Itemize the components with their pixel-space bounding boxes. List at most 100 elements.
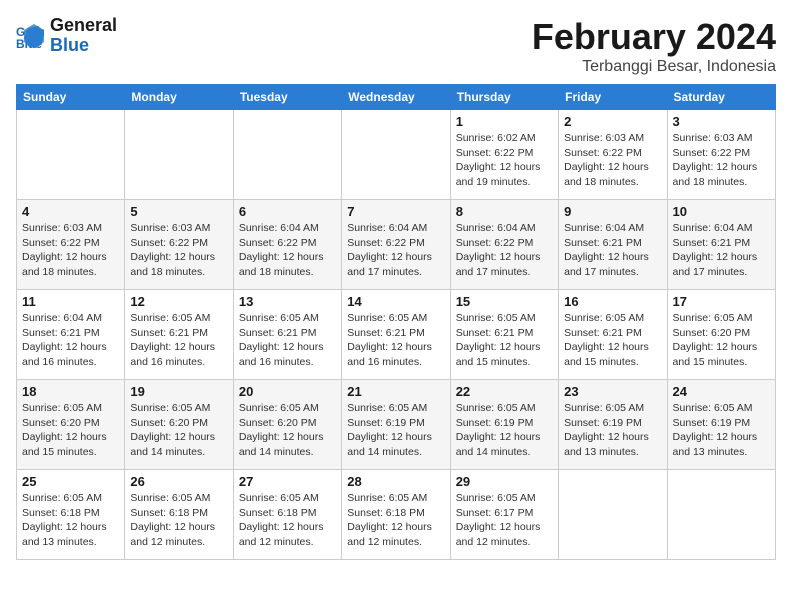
weekday-header-row: SundayMondayTuesdayWednesdayThursdayFrid… (17, 85, 776, 110)
calendar-cell (233, 110, 341, 200)
calendar-cell (559, 470, 667, 560)
day-info: Sunrise: 6:04 AMSunset: 6:21 PMDaylight:… (564, 221, 661, 280)
day-number: 12 (130, 294, 227, 309)
day-number: 23 (564, 384, 661, 399)
day-number: 22 (456, 384, 553, 399)
calendar-cell: 3 Sunrise: 6:03 AMSunset: 6:22 PMDaylight… (667, 110, 775, 200)
day-info: Sunrise: 6:05 AMSunset: 6:19 PMDaylight:… (456, 401, 553, 460)
calendar-cell: 20Sunrise: 6:05 AMSunset: 6:20 PMDayligh… (233, 380, 341, 470)
calendar-cell: 13 Sunrise: 6:05 AMSunset: 6:21 PMDayligh… (233, 290, 341, 380)
calendar-body: 1 Sunrise: 6:02 AMSunset: 6:22 PMDaylight… (17, 110, 776, 560)
day-info: Sunrise: 6:02 AMSunset: 6:22 PMDaylight:… (456, 131, 553, 190)
day-info: Sunrise: 6:05 AMSunset: 6:20 PMDaylight:… (673, 311, 770, 370)
calendar-cell: 7 Sunrise: 6:04 AMSunset: 6:22 PMDaylight… (342, 200, 450, 290)
day-number: 10 (673, 204, 770, 219)
logo-text-general: General (50, 16, 117, 36)
calendar-week-row: 18 Sunrise: 6:05 AMSunset: 6:20 PMDayligh… (17, 380, 776, 470)
day-number: 14 (347, 294, 444, 309)
day-info: Sunrise: 6:05 AMSunset: 6:20 PMDaylight:… (130, 401, 227, 460)
calendar-cell: 22 Sunrise: 6:05 AMSunset: 6:19 PMDayligh… (450, 380, 558, 470)
calendar-cell: 4 Sunrise: 6:03 AMSunset: 6:22 PMDaylight… (17, 200, 125, 290)
day-info: Sunrise: 6:03 AMSunset: 6:22 PMDaylight:… (564, 131, 661, 190)
weekday-header-cell: Sunday (17, 85, 125, 110)
day-info: Sunrise: 6:05 AMSunset: 6:20 PMDaylight:… (22, 401, 119, 460)
day-info: Sunrise: 6:05 AMSunset: 6:19 PMDaylight:… (673, 401, 770, 460)
calendar-cell (342, 110, 450, 200)
calendar-cell: 6 Sunrise: 6:04 AMSunset: 6:22 PMDaylight… (233, 200, 341, 290)
day-number: 5 (130, 204, 227, 219)
day-info: Sunrise: 6:03 AMSunset: 6:22 PMDaylight:… (22, 221, 119, 280)
day-number: 13 (239, 294, 336, 309)
day-info: Sunrise: 6:05 AMSunset: 6:21 PMDaylight:… (239, 311, 336, 370)
calendar-cell: 5 Sunrise: 6:03 AMSunset: 6:22 PMDaylight… (125, 200, 233, 290)
calendar-cell: 14 Sunrise: 6:05 AMSunset: 6:21 PMDayligh… (342, 290, 450, 380)
day-number: 6 (239, 204, 336, 219)
day-number: 2 (564, 114, 661, 129)
calendar-cell: 23 Sunrise: 6:05 AMSunset: 6:19 PMDayligh… (559, 380, 667, 470)
calendar-week-row: 4 Sunrise: 6:03 AMSunset: 6:22 PMDaylight… (17, 200, 776, 290)
title-area: February 2024 Terbanggi Besar, Indonesia (532, 16, 776, 76)
calendar-cell: 24Sunrise: 6:05 AMSunset: 6:19 PMDayligh… (667, 380, 775, 470)
calendar-cell: 9 Sunrise: 6:04 AMSunset: 6:21 PMDaylight… (559, 200, 667, 290)
day-number: 18 (22, 384, 119, 399)
day-number: 1 (456, 114, 553, 129)
day-number: 7 (347, 204, 444, 219)
calendar-cell (667, 470, 775, 560)
day-info: Sunrise: 6:04 AMSunset: 6:21 PMDaylight:… (673, 221, 770, 280)
day-info: Sunrise: 6:05 AMSunset: 6:20 PMDaylight:… (239, 401, 336, 460)
day-number: 9 (564, 204, 661, 219)
day-number: 17 (673, 294, 770, 309)
day-info: Sunrise: 6:04 AMSunset: 6:22 PMDaylight:… (239, 221, 336, 280)
day-number: 16 (564, 294, 661, 309)
calendar-cell: 8 Sunrise: 6:04 AMSunset: 6:22 PMDaylight… (450, 200, 558, 290)
calendar-cell: 27Sunrise: 6:05 AMSunset: 6:18 PMDayligh… (233, 470, 341, 560)
day-info: Sunrise: 6:05 AMSunset: 6:21 PMDaylight:… (564, 311, 661, 370)
day-number: 4 (22, 204, 119, 219)
day-info: Sunrise: 6:05 AMSunset: 6:17 PMDaylight:… (456, 491, 553, 550)
calendar-cell: 2 Sunrise: 6:03 AMSunset: 6:22 PMDaylight… (559, 110, 667, 200)
day-info: Sunrise: 6:05 AMSunset: 6:19 PMDaylight:… (564, 401, 661, 460)
calendar-cell: 26Sunrise: 6:05 AMSunset: 6:18 PMDayligh… (125, 470, 233, 560)
page-header: General Blue General Blue February 2024 … (16, 16, 776, 76)
day-number: 28 (347, 474, 444, 489)
calendar-week-row: 25Sunrise: 6:05 AMSunset: 6:18 PMDayligh… (17, 470, 776, 560)
day-info: Sunrise: 6:05 AMSunset: 6:18 PMDaylight:… (22, 491, 119, 550)
calendar-week-row: 11 Sunrise: 6:04 AMSunset: 6:21 PMDayligh… (17, 290, 776, 380)
calendar-week-row: 1 Sunrise: 6:02 AMSunset: 6:22 PMDaylight… (17, 110, 776, 200)
day-info: Sunrise: 6:05 AMSunset: 6:18 PMDaylight:… (239, 491, 336, 550)
location-subtitle: Terbanggi Besar, Indonesia (532, 58, 776, 76)
day-info: Sunrise: 6:03 AMSunset: 6:22 PMDaylight:… (673, 131, 770, 190)
day-number: 3 (673, 114, 770, 129)
calendar-cell: 19 Sunrise: 6:05 AMSunset: 6:20 PMDayligh… (125, 380, 233, 470)
weekday-header-cell: Monday (125, 85, 233, 110)
calendar-cell: 28 Sunrise: 6:05 AMSunset: 6:18 PMDayligh… (342, 470, 450, 560)
weekday-header-cell: Thursday (450, 85, 558, 110)
day-info: Sunrise: 6:04 AMSunset: 6:22 PMDaylight:… (456, 221, 553, 280)
calendar-cell: 17 Sunrise: 6:05 AMSunset: 6:20 PMDayligh… (667, 290, 775, 380)
day-info: Sunrise: 6:04 AMSunset: 6:22 PMDaylight:… (347, 221, 444, 280)
day-info: Sunrise: 6:05 AMSunset: 6:19 PMDaylight:… (347, 401, 444, 460)
day-number: 21 (347, 384, 444, 399)
day-number: 19 (130, 384, 227, 399)
day-info: Sunrise: 6:05 AMSunset: 6:21 PMDaylight:… (456, 311, 553, 370)
calendar-cell: 21 Sunrise: 6:05 AMSunset: 6:19 PMDayligh… (342, 380, 450, 470)
calendar-cell: 15 Sunrise: 6:05 AMSunset: 6:21 PMDayligh… (450, 290, 558, 380)
calendar-table: SundayMondayTuesdayWednesdayThursdayFrid… (16, 84, 776, 560)
calendar-cell (17, 110, 125, 200)
day-info: Sunrise: 6:05 AMSunset: 6:21 PMDaylight:… (347, 311, 444, 370)
day-number: 29 (456, 474, 553, 489)
weekday-header-cell: Saturday (667, 85, 775, 110)
logo: General Blue General Blue (16, 16, 117, 56)
logo-text-blue: Blue (50, 36, 117, 56)
day-number: 15 (456, 294, 553, 309)
day-number: 8 (456, 204, 553, 219)
day-info: Sunrise: 6:04 AMSunset: 6:21 PMDaylight:… (22, 311, 119, 370)
calendar-cell (125, 110, 233, 200)
calendar-cell: 1 Sunrise: 6:02 AMSunset: 6:22 PMDaylight… (450, 110, 558, 200)
day-info: Sunrise: 6:05 AMSunset: 6:18 PMDaylight:… (130, 491, 227, 550)
day-number: 11 (22, 294, 119, 309)
weekday-header-cell: Tuesday (233, 85, 341, 110)
calendar-cell: 18 Sunrise: 6:05 AMSunset: 6:20 PMDayligh… (17, 380, 125, 470)
day-info: Sunrise: 6:03 AMSunset: 6:22 PMDaylight:… (130, 221, 227, 280)
day-info: Sunrise: 6:05 AMSunset: 6:18 PMDaylight:… (347, 491, 444, 550)
